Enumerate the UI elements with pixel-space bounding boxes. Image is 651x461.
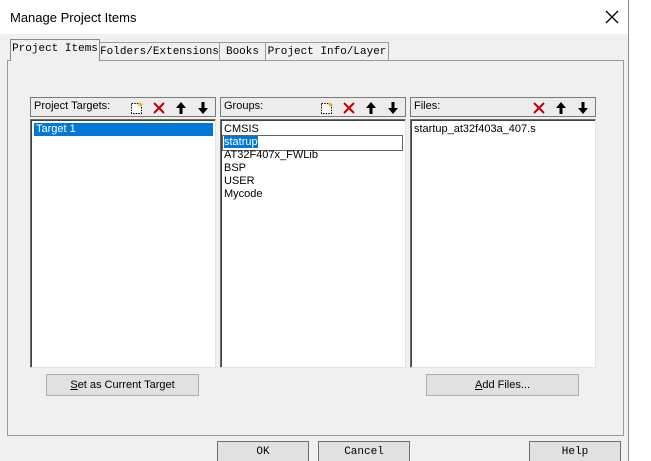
- tab-folders-extensions[interactable]: Folders/Extensions: [99, 42, 220, 61]
- move-file-up-button[interactable]: [551, 99, 571, 117]
- background-strip: [629, 0, 651, 461]
- list-item-group[interactable]: AT32F407x_FWLib: [224, 149, 318, 162]
- dialog-title: Manage Project Items: [10, 10, 137, 25]
- add-files-button[interactable]: Add Files...: [426, 374, 579, 396]
- targets-header: Project Targets:: [30, 97, 216, 117]
- close-button[interactable]: [598, 4, 626, 30]
- delete-target-button[interactable]: [149, 99, 169, 117]
- delete-icon: [343, 102, 355, 114]
- new-icon: [131, 102, 144, 114]
- tab-project-info-layer[interactable]: Project Info/Layer: [265, 42, 389, 61]
- title-bar: Manage Project Items: [0, 0, 629, 34]
- accelerator-key: S: [70, 379, 78, 391]
- group-rename-text[interactable]: statrup: [224, 136, 258, 148]
- list-item-group[interactable]: BSP: [224, 162, 246, 175]
- files-label: Files:: [414, 100, 441, 112]
- delete-icon: [153, 102, 165, 114]
- move-target-up-button[interactable]: [171, 99, 191, 117]
- close-icon: [605, 10, 619, 24]
- move-target-down-button[interactable]: [193, 99, 213, 117]
- tab-label: Project Info/Layer: [267, 46, 387, 58]
- move-up-icon: [176, 102, 186, 114]
- files-list[interactable]: startup_at32f403a_407.s: [410, 119, 596, 368]
- list-item-file[interactable]: startup_at32f403a_407.s: [414, 123, 536, 136]
- delete-icon: [533, 102, 545, 114]
- new-target-button[interactable]: [127, 99, 147, 117]
- groups-list[interactable]: CMSIS statrup AT32F407x_FWLib BSP USER M…: [220, 119, 406, 368]
- move-down-icon: [388, 102, 398, 114]
- list-item-target-1[interactable]: Target 1: [34, 123, 213, 136]
- tab-label: Project Items: [12, 43, 98, 55]
- tab-label: Books: [225, 46, 259, 58]
- cancel-button[interactable]: Cancel: [318, 441, 410, 461]
- button-label: dd Files...: [482, 379, 531, 391]
- help-button[interactable]: Help: [529, 441, 621, 461]
- groups-label: Groups:: [224, 100, 264, 112]
- button-label: et as Current Target: [77, 379, 175, 391]
- new-icon: [321, 102, 334, 114]
- targets-list[interactable]: Target 1: [30, 119, 216, 368]
- tab-label: Folders/Extensions: [100, 46, 219, 58]
- move-up-icon: [366, 102, 376, 114]
- targets-label: Project Targets:: [34, 100, 111, 112]
- manage-project-items-dialog: Manage Project Items Project Items Folde…: [0, 0, 629, 461]
- tab-project-items[interactable]: Project Items: [10, 39, 100, 61]
- move-group-down-button[interactable]: [383, 99, 403, 117]
- delete-file-button[interactable]: [529, 99, 549, 117]
- move-file-down-button[interactable]: [573, 99, 593, 117]
- delete-group-button[interactable]: [339, 99, 359, 117]
- tab-books[interactable]: Books: [219, 42, 266, 61]
- move-group-up-button[interactable]: [361, 99, 381, 117]
- groups-header: Groups:: [220, 97, 406, 117]
- move-down-icon: [578, 102, 588, 114]
- new-group-button[interactable]: [317, 99, 337, 117]
- list-item-group[interactable]: Mycode: [224, 188, 263, 201]
- move-down-icon: [198, 102, 208, 114]
- ok-button[interactable]: OK: [217, 441, 309, 461]
- files-header: Files:: [410, 97, 596, 117]
- move-up-icon: [556, 102, 566, 114]
- list-item-group[interactable]: USER: [224, 175, 255, 188]
- set-current-target-button[interactable]: Set as Current Target: [46, 374, 199, 396]
